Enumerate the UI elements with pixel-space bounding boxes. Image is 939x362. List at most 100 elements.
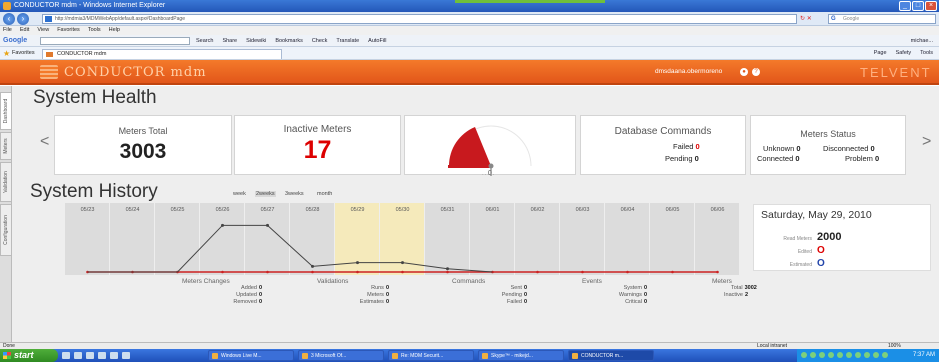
range-week[interactable]: week	[233, 191, 246, 197]
ie-icon	[3, 2, 11, 10]
command-page[interactable]: Page	[874, 47, 887, 60]
sidebar-tab-dashboard[interactable]: Dashboard	[0, 92, 12, 130]
forward-icon[interactable]: ›	[17, 13, 29, 25]
system-history-title: System History	[30, 181, 158, 202]
browser-tab[interactable]: CONDUCTOR mdm	[42, 49, 282, 59]
tray-icon[interactable]	[846, 352, 852, 358]
menu-file[interactable]: File	[3, 26, 12, 35]
gauge-card[interactable]: 0	[404, 115, 576, 178]
tray-icon[interactable]	[864, 352, 870, 358]
splitter-handle[interactable]: .....	[482, 171, 495, 177]
toolbar-search[interactable]: Search	[196, 35, 213, 47]
quick-launch-icon[interactable]	[74, 352, 82, 359]
next-arrow-icon[interactable]: >	[922, 133, 931, 151]
quick-launch-icon[interactable]	[98, 352, 106, 359]
tray-icon[interactable]	[810, 352, 816, 358]
window-title: CONDUCTOR mdm - Windows Internet Explore…	[14, 2, 166, 9]
toolbar-share[interactable]: Share	[222, 35, 237, 47]
prev-arrow-icon[interactable]: <	[40, 133, 49, 151]
meters-total-card[interactable]: Meters Total 3003	[54, 115, 232, 175]
menu-view[interactable]: View	[37, 26, 49, 35]
baseline-point	[536, 270, 539, 274]
quick-launch-icon[interactable]	[122, 352, 130, 359]
database-commands-card[interactable]: Database Commands Failed 0 Pending 0	[580, 115, 746, 175]
meters-status-card[interactable]: Meters Status Unknown 0 Disconnected 0 C…	[750, 115, 906, 175]
task-conductor[interactable]: CONDUCTOR m...	[568, 350, 654, 361]
summary-row-label: Runs	[371, 285, 384, 291]
menu-tools[interactable]: Tools	[88, 26, 101, 35]
close-button[interactable]: ×	[925, 1, 937, 11]
quick-launch-icon[interactable]	[86, 352, 94, 359]
user-icon[interactable]: ●	[740, 68, 748, 76]
task-skype[interactable]: Skype™ - mikejd...	[478, 350, 564, 361]
command-tools[interactable]: Tools	[920, 47, 933, 60]
tray-icon[interactable]	[855, 352, 861, 358]
task-mdm-security[interactable]: Re: MDM Securit...	[388, 350, 474, 361]
history-chart[interactable]: 05/23 05/24 05/25 05/26 05/27 05/28 05/29 05/30…	[65, 203, 740, 275]
toolbar-user[interactable]: michae...	[911, 35, 933, 47]
search-input[interactable]: G Google	[828, 14, 936, 24]
status-unknown-label: Unknown	[763, 144, 795, 153]
address-input[interactable]: http://mdmia3/MDMWebApp/default.aspx#Das…	[42, 14, 797, 24]
x-tick-label: 06/04	[621, 207, 635, 213]
minimize-button[interactable]: _	[899, 1, 911, 11]
task-label: Windows Live M...	[221, 353, 262, 359]
command-safety[interactable]: Safety	[896, 47, 912, 60]
sidebar-tab-meters[interactable]: Meters	[0, 132, 12, 160]
task-microsoft-office[interactable]: 3 Microsoft Of...	[298, 350, 384, 361]
google-search-input[interactable]	[40, 37, 190, 45]
estimated-label: Estimated	[789, 262, 812, 268]
toolbar-autofill[interactable]: AutoFill	[368, 35, 386, 47]
chart-column-05-24	[110, 203, 154, 275]
task-windows-live[interactable]: Windows Live M...	[208, 350, 294, 361]
back-icon[interactable]: ‹	[3, 13, 15, 25]
tray-icon[interactable]	[837, 352, 843, 358]
summary-row-label: Failed	[506, 299, 522, 305]
inactive-meters-card[interactable]: Inactive Meters 17	[234, 115, 401, 175]
toolbar-check[interactable]: Check	[312, 35, 328, 47]
summary-row-value: 0	[258, 299, 262, 305]
quick-launch-icon[interactable]	[110, 352, 118, 359]
menu-edit[interactable]: Edit	[20, 26, 29, 35]
tray-icon[interactable]	[801, 352, 807, 358]
summary-title: Commands	[452, 278, 486, 285]
summary-row: Meters 0	[367, 292, 389, 298]
tray-icon[interactable]	[828, 352, 834, 358]
chart-column-06-04	[605, 203, 649, 275]
maximize-button[interactable]: □	[912, 1, 924, 11]
user-name[interactable]: dmsdaana.obermoreno	[655, 68, 722, 75]
summary-row-label: Warnings	[618, 292, 642, 298]
menu-favorites[interactable]: Favorites	[57, 26, 80, 35]
summary-title: Meters Changes	[182, 278, 230, 285]
google-logo: Google	[3, 37, 28, 44]
sidebar-tab-label: Validation	[3, 171, 9, 193]
gauge-hub	[488, 163, 494, 169]
x-tick-label: 06/02	[531, 207, 545, 213]
tray-icon[interactable]	[819, 352, 825, 358]
chart-column-06-06	[695, 203, 739, 275]
tray-icon[interactable]	[873, 352, 879, 358]
summary-row-label: Added	[241, 285, 257, 291]
sidebar-tab-configuration[interactable]: Configuration	[0, 204, 12, 256]
range-2weeks[interactable]: 2weeks	[255, 191, 276, 197]
tray-icon[interactable]	[882, 352, 888, 358]
start-label: start	[14, 350, 34, 360]
favorites-label[interactable]: Favorites	[12, 47, 35, 60]
chart-column-05-25	[155, 203, 199, 275]
x-tick-label: 05/26	[216, 207, 230, 213]
toolbar-translate[interactable]: Translate	[336, 35, 359, 47]
favorites-star-icon[interactable]: ★	[3, 47, 10, 60]
quick-launch-icon[interactable]	[62, 352, 70, 359]
range-month[interactable]: month	[317, 191, 332, 197]
help-icon[interactable]: ?	[752, 68, 760, 76]
range-3weeks[interactable]: 3weeks	[285, 191, 304, 197]
sidebar-tab-validation[interactable]: Validation	[0, 162, 12, 202]
toolbar-bookmarks[interactable]: Bookmarks	[275, 35, 303, 47]
start-button[interactable]: start	[0, 349, 58, 362]
refresh-stop-icons[interactable]: ↻ ✕	[800, 14, 820, 24]
toolbar-sidewiki[interactable]: Sidewiki	[246, 35, 266, 47]
summary-title: Meters	[712, 278, 732, 285]
chart-column-05-26	[200, 203, 244, 275]
menu-help[interactable]: Help	[109, 26, 120, 35]
db-pending-label: Pending	[665, 154, 693, 163]
